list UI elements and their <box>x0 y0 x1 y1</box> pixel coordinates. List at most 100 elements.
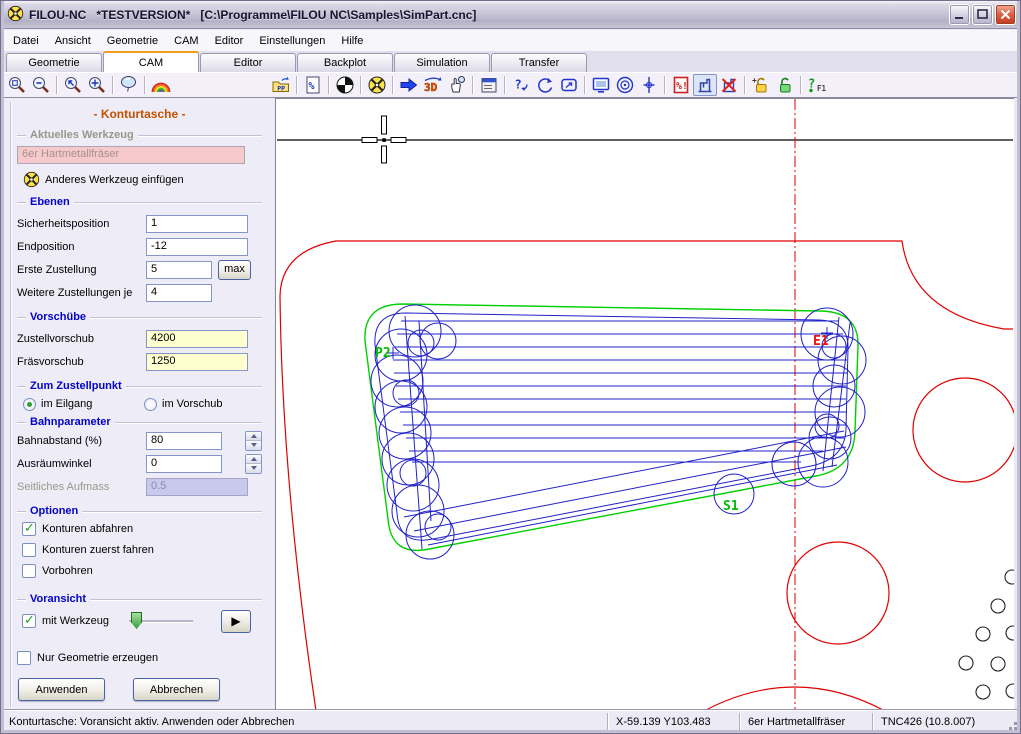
view-balloon-icon[interactable] <box>117 74 141 96</box>
bahnabstand-spinner[interactable] <box>245 431 262 451</box>
vorbohren-checkbox[interactable] <box>22 564 36 578</box>
lock-open-icon[interactable] <box>773 74 797 96</box>
zoom-selection-icon[interactable] <box>557 74 581 96</box>
insert-tool-label: Anderes Werkzeug einfügen <box>45 174 184 186</box>
zustellvorschub-input[interactable]: 4200 <box>146 330 248 348</box>
zoom-previous-icon[interactable] <box>61 74 85 96</box>
svg-text:?: ? <box>808 77 815 91</box>
nur-geometrie-checkbox[interactable] <box>17 651 31 665</box>
anwenden-button[interactable]: Anwenden <box>18 678 105 701</box>
preview-play-button[interactable]: ▶ <box>221 610 251 633</box>
tab-geometrie[interactable]: Geometrie <box>6 53 102 72</box>
eilgang-radio[interactable] <box>23 398 36 411</box>
zoom-fit-icon[interactable] <box>85 74 109 96</box>
bahnabstand-input[interactable]: 80 <box>146 432 222 450</box>
insert-tool-button[interactable]: Anderes Werkzeug einfügen <box>23 171 262 188</box>
rotate-view-icon[interactable] <box>533 74 557 96</box>
maximize-button[interactable] <box>972 4 993 25</box>
tool-wheel-icon[interactable] <box>365 74 389 96</box>
mill-cancel-icon[interactable] <box>717 74 741 96</box>
konturtasche-panel: - Konturtasche - Aktuelles Werkzeug 6er … <box>1 98 274 711</box>
menu-geometrie[interactable]: Geometrie <box>99 33 166 49</box>
postprocessor-folder-icon[interactable]: PP <box>269 74 293 96</box>
label-p2: P2 <box>375 346 391 361</box>
svg-text:?: ? <box>515 78 522 92</box>
toolbar: PP % 3D ? %! + ?F1 <box>1 72 1020 98</box>
center-target-icon[interactable] <box>613 74 637 96</box>
drawing-canvas[interactable]: P2 E1 S1 <box>275 98 1014 711</box>
aufmass-input: 0.5 <box>146 478 248 496</box>
menu-ansicht[interactable]: Ansicht <box>47 33 99 49</box>
group-ebenen: Ebenen <box>30 196 70 208</box>
abbrechen-button[interactable]: Abbrechen <box>133 678 220 701</box>
menu-hilfe[interactable]: Hilfe <box>333 33 371 49</box>
label-s1: S1 <box>723 499 739 514</box>
group-bahnparameter: Bahnparameter <box>30 416 111 428</box>
ausraeumwinkel-label: Ausräumwinkel <box>17 458 146 470</box>
tool-wheel-small-icon <box>23 171 40 188</box>
tab-editor[interactable]: Editor <box>200 53 296 72</box>
centerline-point-icon[interactable] <box>637 74 661 96</box>
group-zustellpunkt: Zum Zustellpunkt <box>30 380 122 392</box>
help-rotate-icon[interactable]: ? <box>509 74 533 96</box>
hand-measure-icon[interactable] <box>445 74 469 96</box>
zustellvorschub-label: Zustellvorschub <box>17 333 146 345</box>
view-3d-icon[interactable]: 3D <box>421 74 445 96</box>
menu-cam[interactable]: CAM <box>166 33 206 49</box>
konturen-zuerst-checkbox[interactable] <box>22 543 36 557</box>
screen-view-icon[interactable] <box>589 74 613 96</box>
help-f1-icon[interactable]: ?F1 <box>805 74 829 96</box>
zoom-out-icon[interactable] <box>29 74 53 96</box>
percent-page-icon[interactable]: % <box>301 74 325 96</box>
group-optionen: Optionen <box>30 505 78 517</box>
toolpath <box>371 305 866 559</box>
erste-zustellung-label: Erste Zustellung <box>17 264 146 276</box>
vorbohren-label: Vorbohren <box>42 565 93 577</box>
app-window: FILOU-NC *TESTVERSION* [C:\Programme\FIL… <box>0 0 1021 734</box>
job-list-icon[interactable] <box>477 74 501 96</box>
label-e1: E1 <box>813 334 829 349</box>
max-button[interactable]: max <box>218 260 251 280</box>
lock-add-icon[interactable]: + <box>749 74 773 96</box>
group-voransicht: Voransicht <box>30 593 86 605</box>
menu-einstellungen[interactable]: Einstellungen <box>251 33 333 49</box>
konturen-abfahren-checkbox[interactable] <box>22 522 36 536</box>
main-area: - Konturtasche - Aktuelles Werkzeug 6er … <box>1 98 1020 711</box>
resize-grip[interactable] <box>1004 710 1020 733</box>
erste-zustellung-input[interactable]: 5 <box>146 261 212 279</box>
zoom-window-icon[interactable] <box>5 74 29 96</box>
tab-simulation[interactable]: Simulation <box>394 53 490 72</box>
vorschub-radio[interactable] <box>144 398 157 411</box>
menu-datei[interactable]: Datei <box>5 33 47 49</box>
endposition-label: Endposition <box>17 241 146 253</box>
preview-slider-thumb[interactable] <box>131 612 142 629</box>
ausraeumwinkel-spinner[interactable] <box>245 454 262 474</box>
weitere-zustellungen-input[interactable]: 4 <box>146 284 212 302</box>
tab-bar: Geometrie CAM Editor Backplot Simulation… <box>1 51 1020 72</box>
group-aktuelles-werkzeug: Aktuelles Werkzeug <box>30 129 134 141</box>
ausraeumwinkel-input[interactable]: 0 <box>146 455 222 473</box>
rainbow-shading-icon[interactable] <box>149 74 173 96</box>
menu-bar: Datei Ansicht Geometrie CAM Editor Einst… <box>1 30 1020 51</box>
percent-alert-icon[interactable]: %! <box>669 74 693 96</box>
endposition-input[interactable]: -12 <box>146 238 248 256</box>
fraesvorschub-input[interactable]: 1250 <box>146 353 248 371</box>
vorschub-label: im Vorschub <box>162 398 223 410</box>
tab-cam[interactable]: CAM <box>103 51 199 72</box>
status-message: Konturtasche: Voransicht aktiv. Anwenden… <box>1 713 607 731</box>
preview-slider[interactable] <box>129 620 193 622</box>
minimize-button[interactable] <box>949 4 970 25</box>
tab-backplot[interactable]: Backplot <box>297 53 393 72</box>
mit-werkzeug-checkbox[interactable] <box>22 614 36 628</box>
title-bar[interactable]: FILOU-NC *TESTVERSION* [C:\Programme\FIL… <box>1 1 1020 29</box>
run-forward-icon[interactable] <box>397 74 421 96</box>
close-button[interactable] <box>995 4 1016 25</box>
sicherheitsposition-input[interactable]: 1 <box>146 215 248 233</box>
tab-transfer[interactable]: Transfer <box>491 53 587 72</box>
quadrant-display-icon[interactable] <box>333 74 357 96</box>
drawing-viewport[interactable]: P2 E1 S1 <box>276 99 1014 711</box>
menu-editor[interactable]: Editor <box>207 33 252 49</box>
status-bar: Konturtasche: Voransicht aktiv. Anwenden… <box>1 709 1020 733</box>
mill-simulation-icon[interactable] <box>693 74 717 96</box>
konturen-zuerst-label: Konturen zuerst fahren <box>42 544 154 556</box>
